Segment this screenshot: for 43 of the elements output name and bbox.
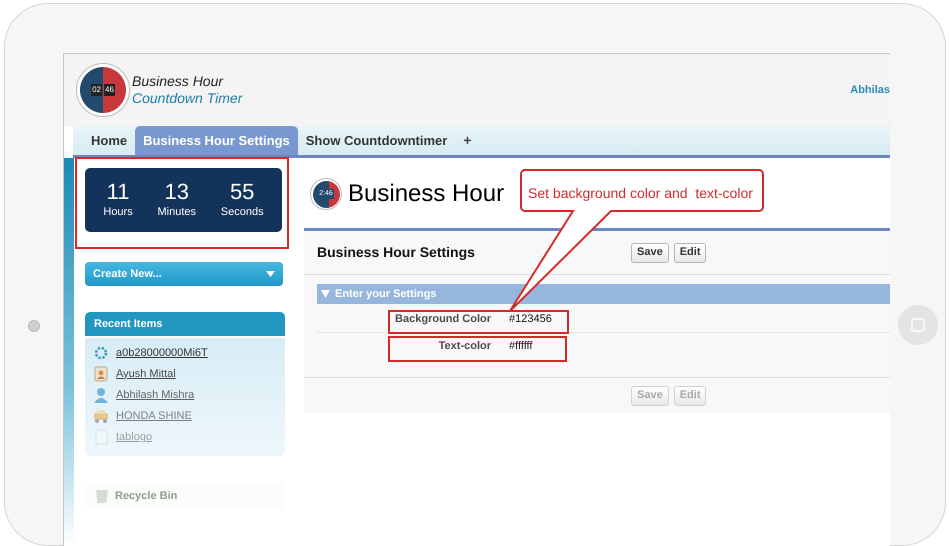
person-icon [94, 387, 108, 403]
nav-tab[interactable]: Show Countdowntimer [298, 126, 456, 155]
logo-title: Business Hour [132, 73, 224, 90]
add-tab-button[interactable]: + [455, 126, 480, 155]
contact-card-icon [94, 366, 108, 382]
car-icon [93, 409, 109, 423]
field-label: Text-color [438, 338, 491, 354]
timer-value: 55 [230, 180, 254, 204]
nav-tab[interactable]: Home [83, 126, 136, 155]
section-heading: Enter your Settings [335, 286, 436, 302]
logo-clock-digits: 02 [91, 84, 102, 96]
field-label: Background Color [394, 312, 491, 328]
recent-item-link[interactable]: a0b28000000Mi6T [116, 344, 208, 362]
document-icon [94, 429, 108, 445]
gear-icon [94, 346, 108, 360]
collapse-triangle-icon [321, 290, 330, 298]
recent-item-link[interactable]: Abhilash Mishra [116, 386, 194, 404]
camera-icon [28, 320, 40, 332]
caret-icon [266, 271, 275, 277]
section-title: Business Hour Settings [317, 243, 476, 262]
timer-unit: Hours [103, 204, 133, 220]
create-new-dropdown[interactable]: Create New... [85, 262, 283, 286]
recent-item-link[interactable]: Ayush Mittal [116, 366, 176, 382]
recycle-bin-link[interactable]: Recycle Bin [115, 488, 178, 504]
save-button[interactable]: Save [631, 242, 669, 262]
nav-tab[interactable]: Business Hour Settings [135, 126, 298, 155]
timer-unit: Minutes [157, 204, 196, 220]
settings-section-bar[interactable]: Enter your Settings [317, 284, 890, 304]
field-value: #123456 [509, 312, 552, 328]
timer-value: 11 [106, 180, 130, 204]
trash-icon [95, 488, 109, 504]
page-title: Business Hour [348, 179, 504, 209]
logo-subtitle: Countdown Timer [132, 90, 242, 107]
user-name-link[interactable]: Abhilas [850, 82, 890, 98]
recent-item-link[interactable]: tablogo [116, 428, 152, 446]
edit-button[interactable]: Edit [674, 242, 706, 262]
logo-clock-digits: 46 [104, 84, 115, 96]
recent-items-header: Recent Items [85, 312, 285, 336]
timer-value: 13 [164, 180, 189, 204]
field-value: #ffffff [509, 338, 532, 354]
callout-text: Set background color and text-color [528, 184, 753, 203]
timer-unit: Seconds [220, 204, 264, 220]
recent-item-link[interactable]: HONDA SHINE [116, 408, 192, 424]
